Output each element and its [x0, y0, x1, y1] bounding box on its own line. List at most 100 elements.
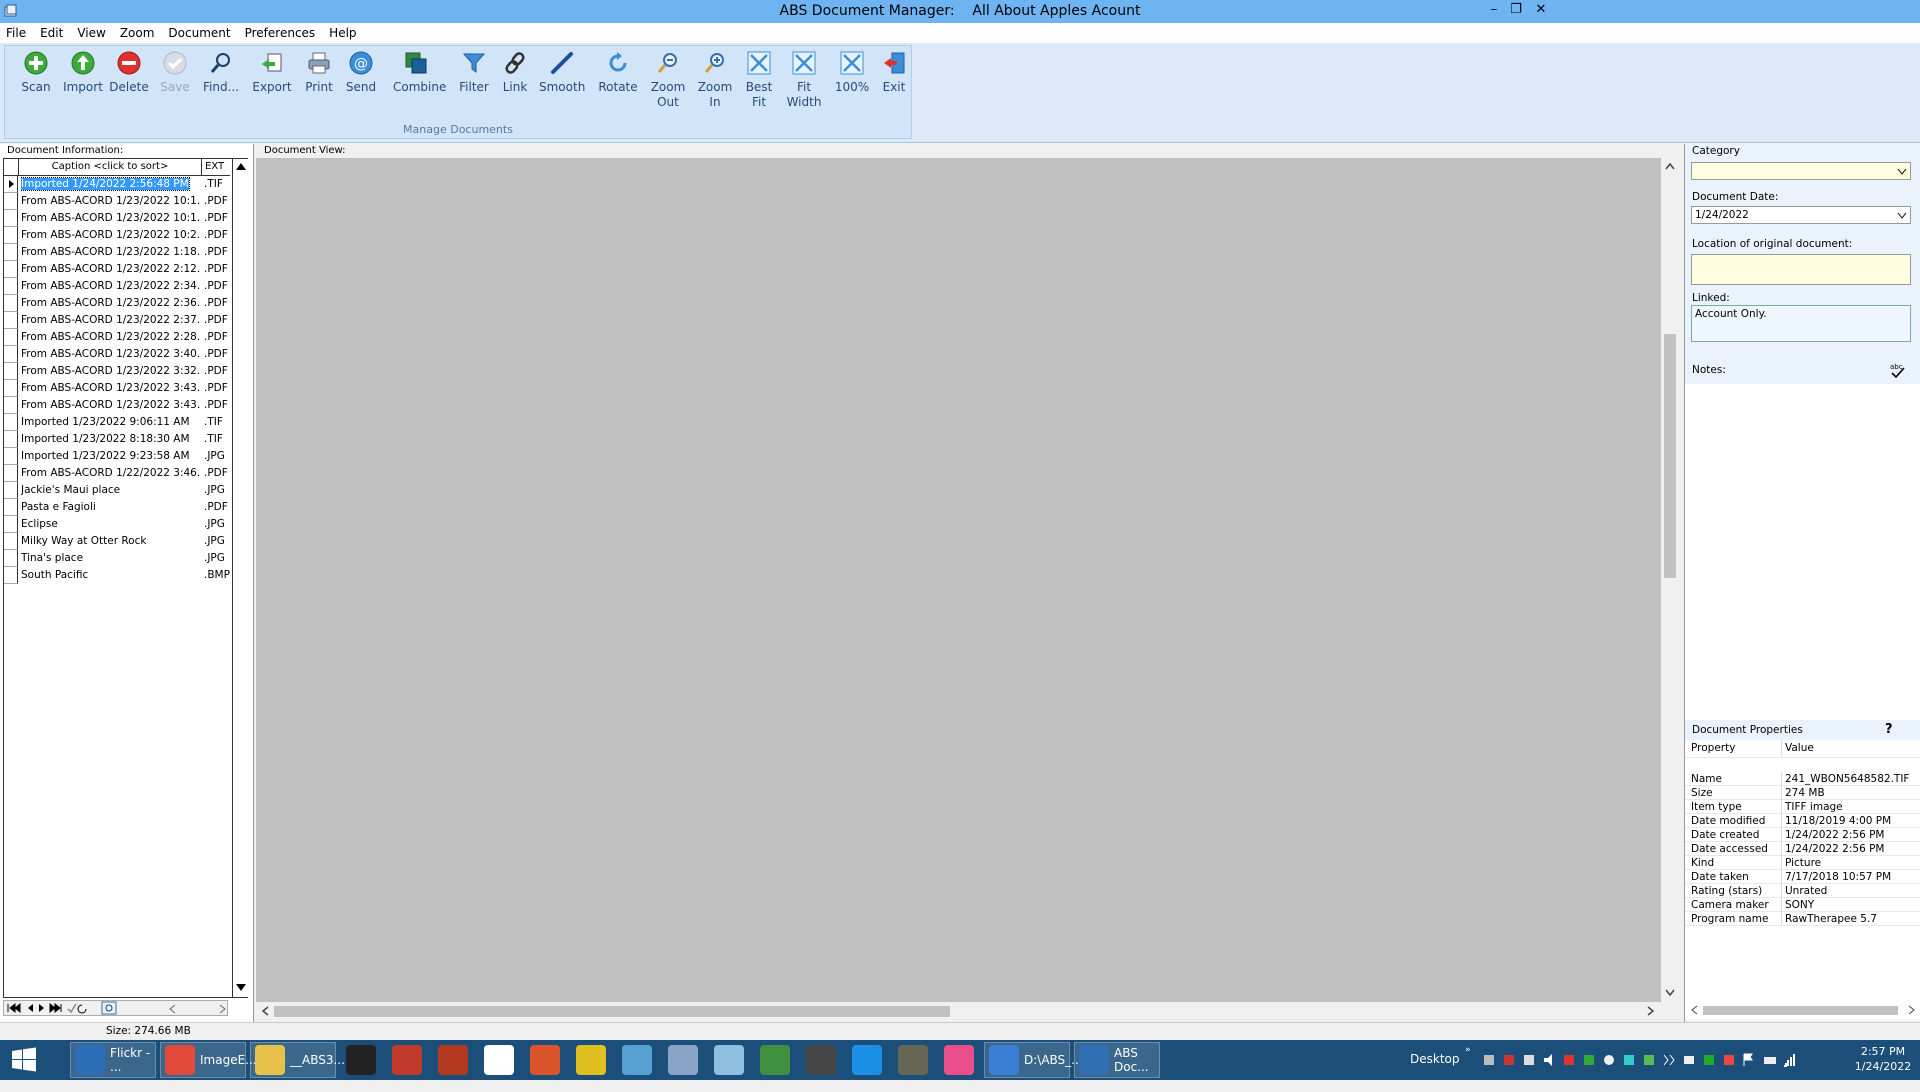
view-scroll-down-icon[interactable]	[1664, 988, 1676, 998]
props-scroll-left-icon[interactable]	[1689, 1004, 1699, 1016]
table-row[interactable]: Imported 1/24/2022 2:56:48 PM .TIF	[4, 176, 230, 193]
row-selector[interactable]	[4, 363, 18, 380]
document-list-scrollbar[interactable]	[232, 159, 248, 997]
table-row[interactable]: From ABS-ACORD 1/23/2022 3:40... .PDF	[4, 346, 230, 363]
table-row[interactable]: From ABS-ACORD 1/23/2022 2:36... .PDF	[4, 295, 230, 312]
menu-edit[interactable]: Edit	[40, 26, 63, 40]
taskbar-app-button[interactable]: Flickr - ...	[70, 1042, 156, 1078]
category-select[interactable]	[1691, 162, 1911, 180]
taskbar-app-button[interactable]	[662, 1042, 704, 1078]
taskbar-app-button[interactable]: __ABS3...	[250, 1042, 336, 1078]
taskbar-app-button[interactable]	[340, 1042, 382, 1078]
row-selector[interactable]	[4, 227, 18, 244]
menu-help[interactable]: Help	[329, 26, 356, 40]
taskbar-app-button[interactable]	[616, 1042, 658, 1078]
export-button[interactable]: Export	[249, 50, 295, 95]
fit-width-button[interactable]: Fit Width	[781, 50, 827, 110]
ext-column-header[interactable]: EXT	[203, 159, 231, 175]
taskbar-app-button[interactable]	[892, 1042, 934, 1078]
zoom-out-button[interactable]: Zoom Out	[645, 50, 691, 110]
nav-scroll-right-icon[interactable]	[216, 1003, 228, 1015]
desktop-toolbar-label[interactable]: Desktop	[1410, 1052, 1460, 1092]
best-fit-button[interactable]: Best Fit	[736, 50, 782, 110]
row-selector[interactable]	[4, 295, 18, 312]
row-selector[interactable]	[4, 397, 18, 414]
document-canvas[interactable]	[256, 158, 1661, 1002]
document-view-hscroll[interactable]	[256, 1002, 1661, 1020]
caption-column-header[interactable]: Caption <click to sort>	[18, 159, 202, 175]
clock[interactable]: 2:57 PM 1/24/2022	[1850, 1045, 1916, 1085]
taskbar-app-button[interactable]	[800, 1042, 842, 1078]
scroll-up-icon[interactable]	[235, 161, 247, 171]
record-nav-icons[interactable]	[6, 1001, 126, 1015]
table-row[interactable]: From ABS-ACORD 1/23/2022 3:32... .PDF	[4, 363, 230, 380]
print-button[interactable]: Print	[296, 50, 342, 95]
table-row[interactable]: From ABS-ACORD 1/23/2022 2:37... .PDF	[4, 312, 230, 329]
taskbar-app-button[interactable]	[938, 1042, 980, 1078]
table-row[interactable]: From ABS-ACORD 1/23/2022 10:2... .PDF	[4, 227, 230, 244]
table-row[interactable]: Imported 1/23/2022 8:18:30 AM .TIF	[4, 431, 230, 448]
row-selector[interactable]	[4, 278, 18, 295]
filter-button[interactable]: Filter	[451, 50, 497, 95]
taskbar-app-button[interactable]	[708, 1042, 750, 1078]
taskbar-app-button[interactable]	[478, 1042, 520, 1078]
table-row[interactable]: Tina's place .JPG	[4, 550, 230, 567]
send-button[interactable]: @ Send	[338, 50, 384, 95]
taskbar-app-button[interactable]	[570, 1042, 612, 1078]
row-selector[interactable]	[4, 329, 18, 346]
chevron-right-icon[interactable]: »	[1465, 1045, 1471, 1085]
row-selector[interactable]	[4, 482, 18, 499]
row-selector[interactable]	[4, 244, 18, 261]
minimize-button[interactable]: –	[1483, 2, 1505, 17]
actual-size-button[interactable]: 100%	[829, 50, 875, 95]
view-hscroll-thumb[interactable]	[274, 1006, 950, 1017]
row-selector[interactable]	[4, 261, 18, 278]
menu-file[interactable]: File	[6, 26, 26, 40]
table-row[interactable]: From ABS-ACORD 1/23/2022 2:12... .PDF	[4, 261, 230, 278]
row-selector[interactable]	[4, 533, 18, 550]
row-selector[interactable]	[4, 567, 18, 584]
table-row[interactable]: Imported 1/23/2022 9:06:11 AM .TIF	[4, 414, 230, 431]
nav-scroll-left-icon[interactable]	[167, 1003, 179, 1015]
taskbar-app-button[interactable]	[524, 1042, 566, 1078]
zoom-in-button[interactable]: Zoom In	[692, 50, 738, 110]
table-row[interactable]: South Pacific .BMP	[4, 567, 230, 584]
table-row[interactable]: From ABS-ACORD 1/23/2022 10:1... .PDF	[4, 210, 230, 227]
system-tray-icons[interactable]	[1480, 1052, 1820, 1068]
linked-field[interactable]: Account Only.	[1691, 305, 1911, 342]
taskbar-app-button[interactable]	[432, 1042, 474, 1078]
save-button[interactable]: Save	[152, 50, 198, 95]
row-selector[interactable]	[4, 431, 18, 448]
help-icon[interactable]: ?	[1885, 722, 1893, 737]
rotate-button[interactable]: Rotate	[595, 50, 641, 95]
table-row[interactable]: From ABS-ACORD 1/23/2022 1:18... .PDF	[4, 244, 230, 261]
table-row[interactable]: Eclipse .JPG	[4, 516, 230, 533]
link-button[interactable]: Link	[492, 50, 538, 95]
table-row[interactable]: Imported 1/23/2022 9:23:58 AM .JPG	[4, 448, 230, 465]
table-row[interactable]: Milky Way at Otter Rock .JPG	[4, 533, 230, 550]
taskbar-app-button[interactable]: ABS Doc...	[1074, 1042, 1160, 1078]
row-selector[interactable]	[4, 176, 18, 193]
taskbar-app-button[interactable]	[754, 1042, 796, 1078]
table-row[interactable]: From ABS-ACORD 1/23/2022 10:1... .PDF	[4, 193, 230, 210]
document-view-vscroll[interactable]	[1661, 158, 1679, 1002]
table-row[interactable]: From ABS-ACORD 1/22/2022 3:46... .PDF	[4, 465, 230, 482]
row-selector[interactable]	[4, 210, 18, 227]
table-row[interactable]: From ABS-ACORD 1/23/2022 2:34... .PDF	[4, 278, 230, 295]
row-selector[interactable]	[4, 380, 18, 397]
row-selector[interactable]	[4, 312, 18, 329]
exit-button[interactable]: Exit	[871, 50, 917, 95]
windows-start-icon[interactable]	[11, 1047, 37, 1073]
table-row[interactable]: From ABS-ACORD 1/23/2022 3:43... .PDF	[4, 380, 230, 397]
import-button[interactable]: Import	[60, 50, 106, 95]
view-vscroll-thumb[interactable]	[1664, 334, 1676, 578]
restore-button[interactable]: ❐	[1505, 2, 1527, 17]
scroll-down-icon[interactable]	[235, 983, 247, 993]
location-field[interactable]	[1691, 254, 1911, 285]
taskbar-app-button[interactable]: D:\ABS_...	[984, 1042, 1070, 1078]
props-scroll-right-icon[interactable]	[1907, 1004, 1917, 1016]
row-selector[interactable]	[4, 193, 18, 210]
row-selector[interactable]	[4, 499, 18, 516]
table-row[interactable]: Pasta e Fagioli .PDF	[4, 499, 230, 516]
spellcheck-icon[interactable]: abc	[1889, 362, 1905, 378]
